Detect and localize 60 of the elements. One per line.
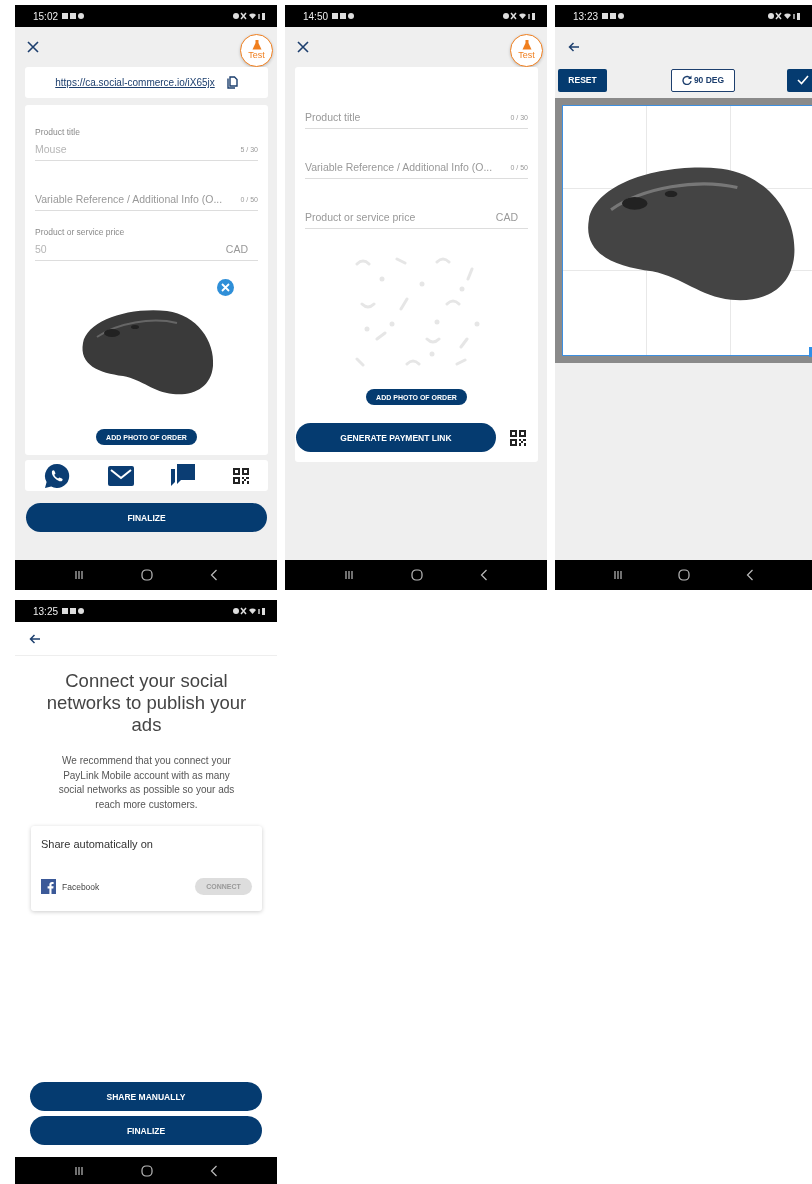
status-time: 13:23 bbox=[573, 10, 599, 22]
recent-apps-icon[interactable] bbox=[612, 570, 623, 580]
home-icon[interactable] bbox=[678, 569, 691, 581]
badge-label: Test bbox=[248, 50, 265, 60]
status-time: 14:50 bbox=[303, 10, 329, 22]
recent-apps-icon[interactable] bbox=[343, 570, 354, 580]
home-icon[interactable] bbox=[411, 569, 423, 581]
card-heading: Share automatically on bbox=[41, 838, 154, 850]
copy-icon[interactable] bbox=[226, 76, 238, 89]
badge-label: Test bbox=[518, 50, 535, 60]
currency-label: CAD bbox=[225, 243, 248, 255]
finalize-button[interactable]: FINALIZE bbox=[26, 503, 267, 532]
recent-apps-icon[interactable] bbox=[73, 1165, 84, 1176]
qr-code-icon[interactable] bbox=[510, 429, 526, 446]
flask-icon bbox=[251, 40, 262, 50]
notification-icons-drawing bbox=[332, 12, 355, 20]
status-icons-drawing bbox=[768, 12, 800, 20]
back-icon[interactable] bbox=[210, 569, 219, 581]
rotate-button[interactable]: 90 DEG bbox=[671, 68, 735, 92]
recent-apps-icon[interactable] bbox=[73, 570, 84, 580]
finalize-button[interactable]: FINALIZE bbox=[30, 1116, 262, 1145]
flask-icon bbox=[521, 40, 532, 50]
input-field[interactable]: Variable Reference / Additional Info (O... bbox=[35, 193, 240, 205]
status-time: 13:25 bbox=[33, 605, 59, 617]
back-icon[interactable] bbox=[746, 569, 755, 581]
reset-button[interactable]: RESET bbox=[558, 68, 607, 92]
close-icon[interactable] bbox=[297, 41, 309, 53]
back-icon[interactable] bbox=[480, 569, 489, 581]
field-label: Product title bbox=[35, 127, 81, 137]
mail-icon[interactable] bbox=[107, 465, 134, 486]
chat-icon[interactable] bbox=[171, 463, 196, 488]
back-arrow-icon[interactable] bbox=[29, 633, 41, 644]
confirm-button[interactable] bbox=[787, 68, 812, 92]
page-title: Connect your social networks to publish your ads bbox=[45, 670, 248, 736]
status-icons-drawing bbox=[233, 12, 265, 20]
rotate-icon bbox=[681, 75, 692, 85]
network-name: Facebook bbox=[62, 881, 100, 892]
back-icon[interactable] bbox=[210, 1164, 219, 1177]
facebook-icon bbox=[41, 879, 56, 894]
home-icon[interactable] bbox=[141, 1164, 153, 1177]
checkmark-icon bbox=[797, 75, 809, 85]
field-label: Product or service price bbox=[35, 227, 126, 237]
whatsapp-icon[interactable] bbox=[43, 462, 70, 489]
home-icon[interactable] bbox=[141, 569, 153, 581]
generate-link-button[interactable]: GENERATE PAYMENT LINK bbox=[296, 423, 496, 452]
qr-code-icon[interactable] bbox=[233, 467, 250, 484]
input-field[interactable]: Variable Reference / Additional Info (O... bbox=[305, 161, 510, 173]
status-icons-drawing bbox=[233, 607, 265, 615]
status-icons-drawing bbox=[503, 12, 535, 20]
input-field[interactable]: Product or service price bbox=[305, 211, 496, 223]
description-text: We recommend that you connect your PayLink Mobile account with as many social networks as possible so your ads reach more customers. bbox=[57, 754, 236, 812]
notification-icons-drawing bbox=[62, 12, 85, 20]
notification-icons-drawing bbox=[62, 607, 85, 615]
share-manually-button[interactable]: SHARE MANUALLY bbox=[30, 1082, 262, 1111]
input-field[interactable]: Product title bbox=[305, 111, 510, 123]
notification-icons-drawing bbox=[602, 12, 625, 20]
status-time: 15:02 bbox=[33, 10, 59, 22]
close-icon[interactable] bbox=[27, 41, 39, 53]
back-arrow-icon[interactable] bbox=[568, 42, 580, 52]
currency-label: CAD bbox=[495, 211, 518, 223]
